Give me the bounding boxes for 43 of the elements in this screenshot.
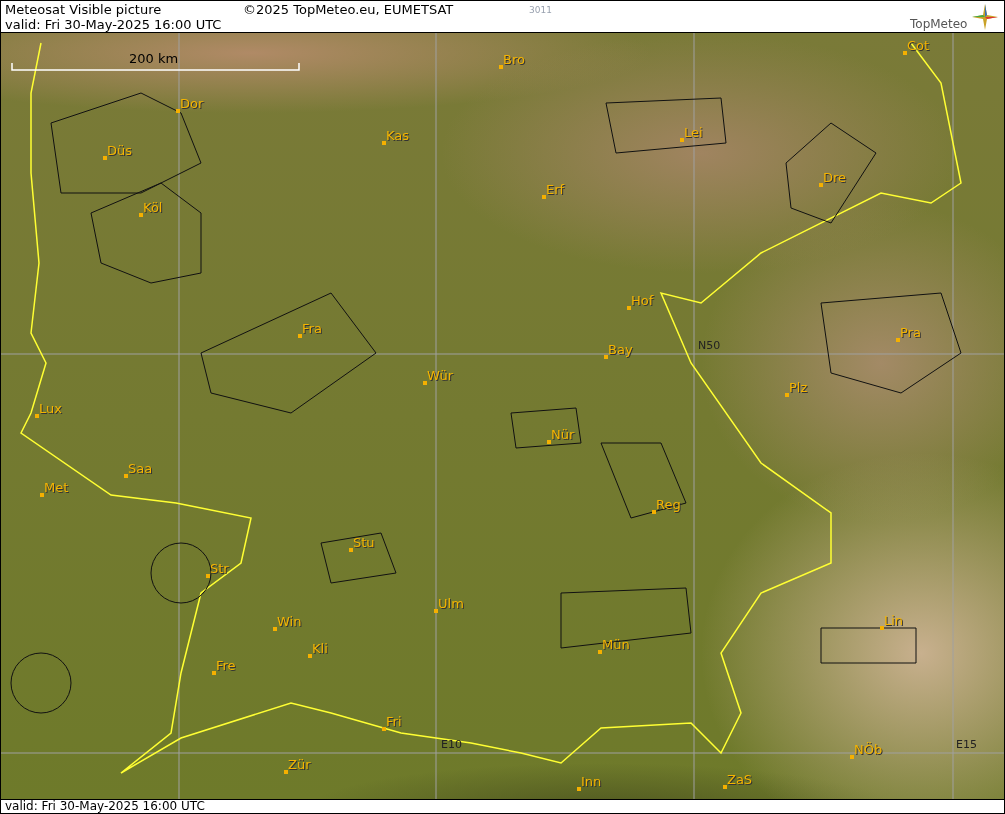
city-label: Nür — [551, 427, 575, 442]
city-label: Kas — [386, 128, 410, 143]
city-label: Lin — [884, 613, 904, 628]
city-label: Met — [44, 480, 69, 495]
valid-time: valid: Fri 30-May-2025 16:00 UTC — [5, 17, 222, 32]
logo-text: TopMeteo — [910, 17, 968, 32]
city-label: Kli — [312, 641, 328, 656]
city-label: Bro — [503, 52, 525, 67]
city-label: Mün — [602, 637, 630, 652]
city-label: Dor — [180, 96, 204, 111]
city-label: Fra — [302, 321, 322, 336]
city-label: Win — [277, 614, 302, 629]
city-label: Reg — [656, 497, 681, 512]
city-label: Cot — [907, 38, 930, 53]
city-label: Fri — [386, 714, 402, 729]
city-label: ZaS — [727, 772, 753, 787]
city-label: Bay — [608, 342, 633, 357]
city-label: Lei — [684, 125, 703, 140]
grid-label: N50 — [698, 340, 721, 352]
city-label: Inn — [581, 774, 602, 789]
grid-label: E15 — [956, 739, 977, 751]
city-label: Stu — [353, 535, 375, 550]
copyright-text: ©2025 TopMeteo.eu, EUMETSAT — [243, 2, 454, 17]
city-label: Dre — [823, 170, 847, 185]
city-label: Fre — [216, 658, 236, 673]
city-label: Wür — [427, 368, 453, 383]
city-label: NÖb — [854, 742, 883, 757]
grid-label: E10 — [441, 739, 462, 751]
city-label: Saa — [128, 461, 153, 476]
scale-label: 200 km — [129, 51, 179, 66]
city-label: Erf — [546, 182, 565, 197]
city-label: Ulm — [438, 596, 464, 611]
image-code: 3011 — [529, 5, 552, 15]
city-label: Köl — [143, 200, 163, 215]
valid-time: valid: Fri 30-May-2025 16:00 UTC — [5, 799, 205, 813]
city-label: Str — [210, 561, 229, 576]
city-label: Zür — [288, 757, 311, 772]
city-label: Pra — [900, 325, 921, 340]
city-label: Hof — [631, 293, 654, 308]
city-label: Lux — [39, 401, 62, 416]
city-label: Plz — [789, 380, 808, 395]
map-title: Meteosat Visible picture — [5, 2, 162, 17]
city-label: Düs — [107, 143, 133, 158]
